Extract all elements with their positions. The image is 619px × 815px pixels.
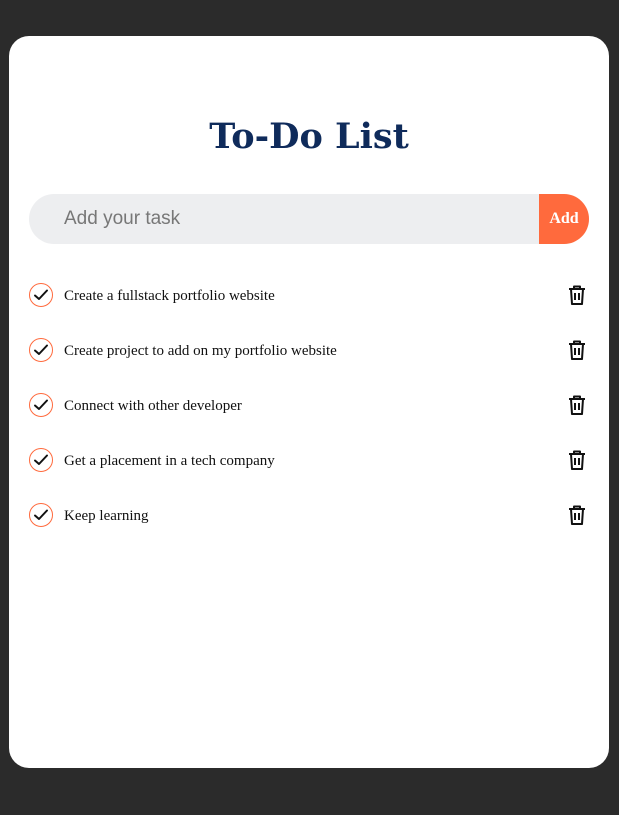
page-title: To-Do List bbox=[209, 116, 409, 157]
task-input-row: Add bbox=[29, 194, 589, 244]
check-icon[interactable] bbox=[29, 448, 53, 472]
task-text: Connect with other developer bbox=[64, 398, 242, 414]
list-item: Create a fullstack portfolio website bbox=[29, 283, 589, 338]
check-icon[interactable] bbox=[29, 393, 53, 417]
list-item: Create project to add on my portfolio we… bbox=[29, 338, 589, 393]
task-text: Get a placement in a tech company bbox=[64, 453, 275, 469]
list-item: Keep learning bbox=[29, 503, 589, 558]
check-icon[interactable] bbox=[29, 503, 53, 527]
task-input[interactable] bbox=[29, 194, 539, 244]
task-list: Create a fullstack portfolio website Cre… bbox=[29, 283, 589, 558]
list-item: Connect with other developer bbox=[29, 393, 589, 448]
check-icon[interactable] bbox=[29, 283, 53, 307]
todo-card: To-Do List Add Create a fullstack portfo… bbox=[9, 36, 609, 768]
trash-icon[interactable] bbox=[565, 503, 589, 527]
list-item: Get a placement in a tech company bbox=[29, 448, 589, 503]
trash-icon[interactable] bbox=[565, 283, 589, 307]
add-button[interactable]: Add bbox=[539, 194, 589, 244]
trash-icon[interactable] bbox=[565, 393, 589, 417]
task-text: Create a fullstack portfolio website bbox=[64, 288, 275, 304]
check-icon[interactable] bbox=[29, 338, 53, 362]
trash-icon[interactable] bbox=[565, 338, 589, 362]
trash-icon[interactable] bbox=[565, 448, 589, 472]
task-text: Create project to add on my portfolio we… bbox=[64, 343, 337, 359]
task-text: Keep learning bbox=[64, 508, 149, 524]
